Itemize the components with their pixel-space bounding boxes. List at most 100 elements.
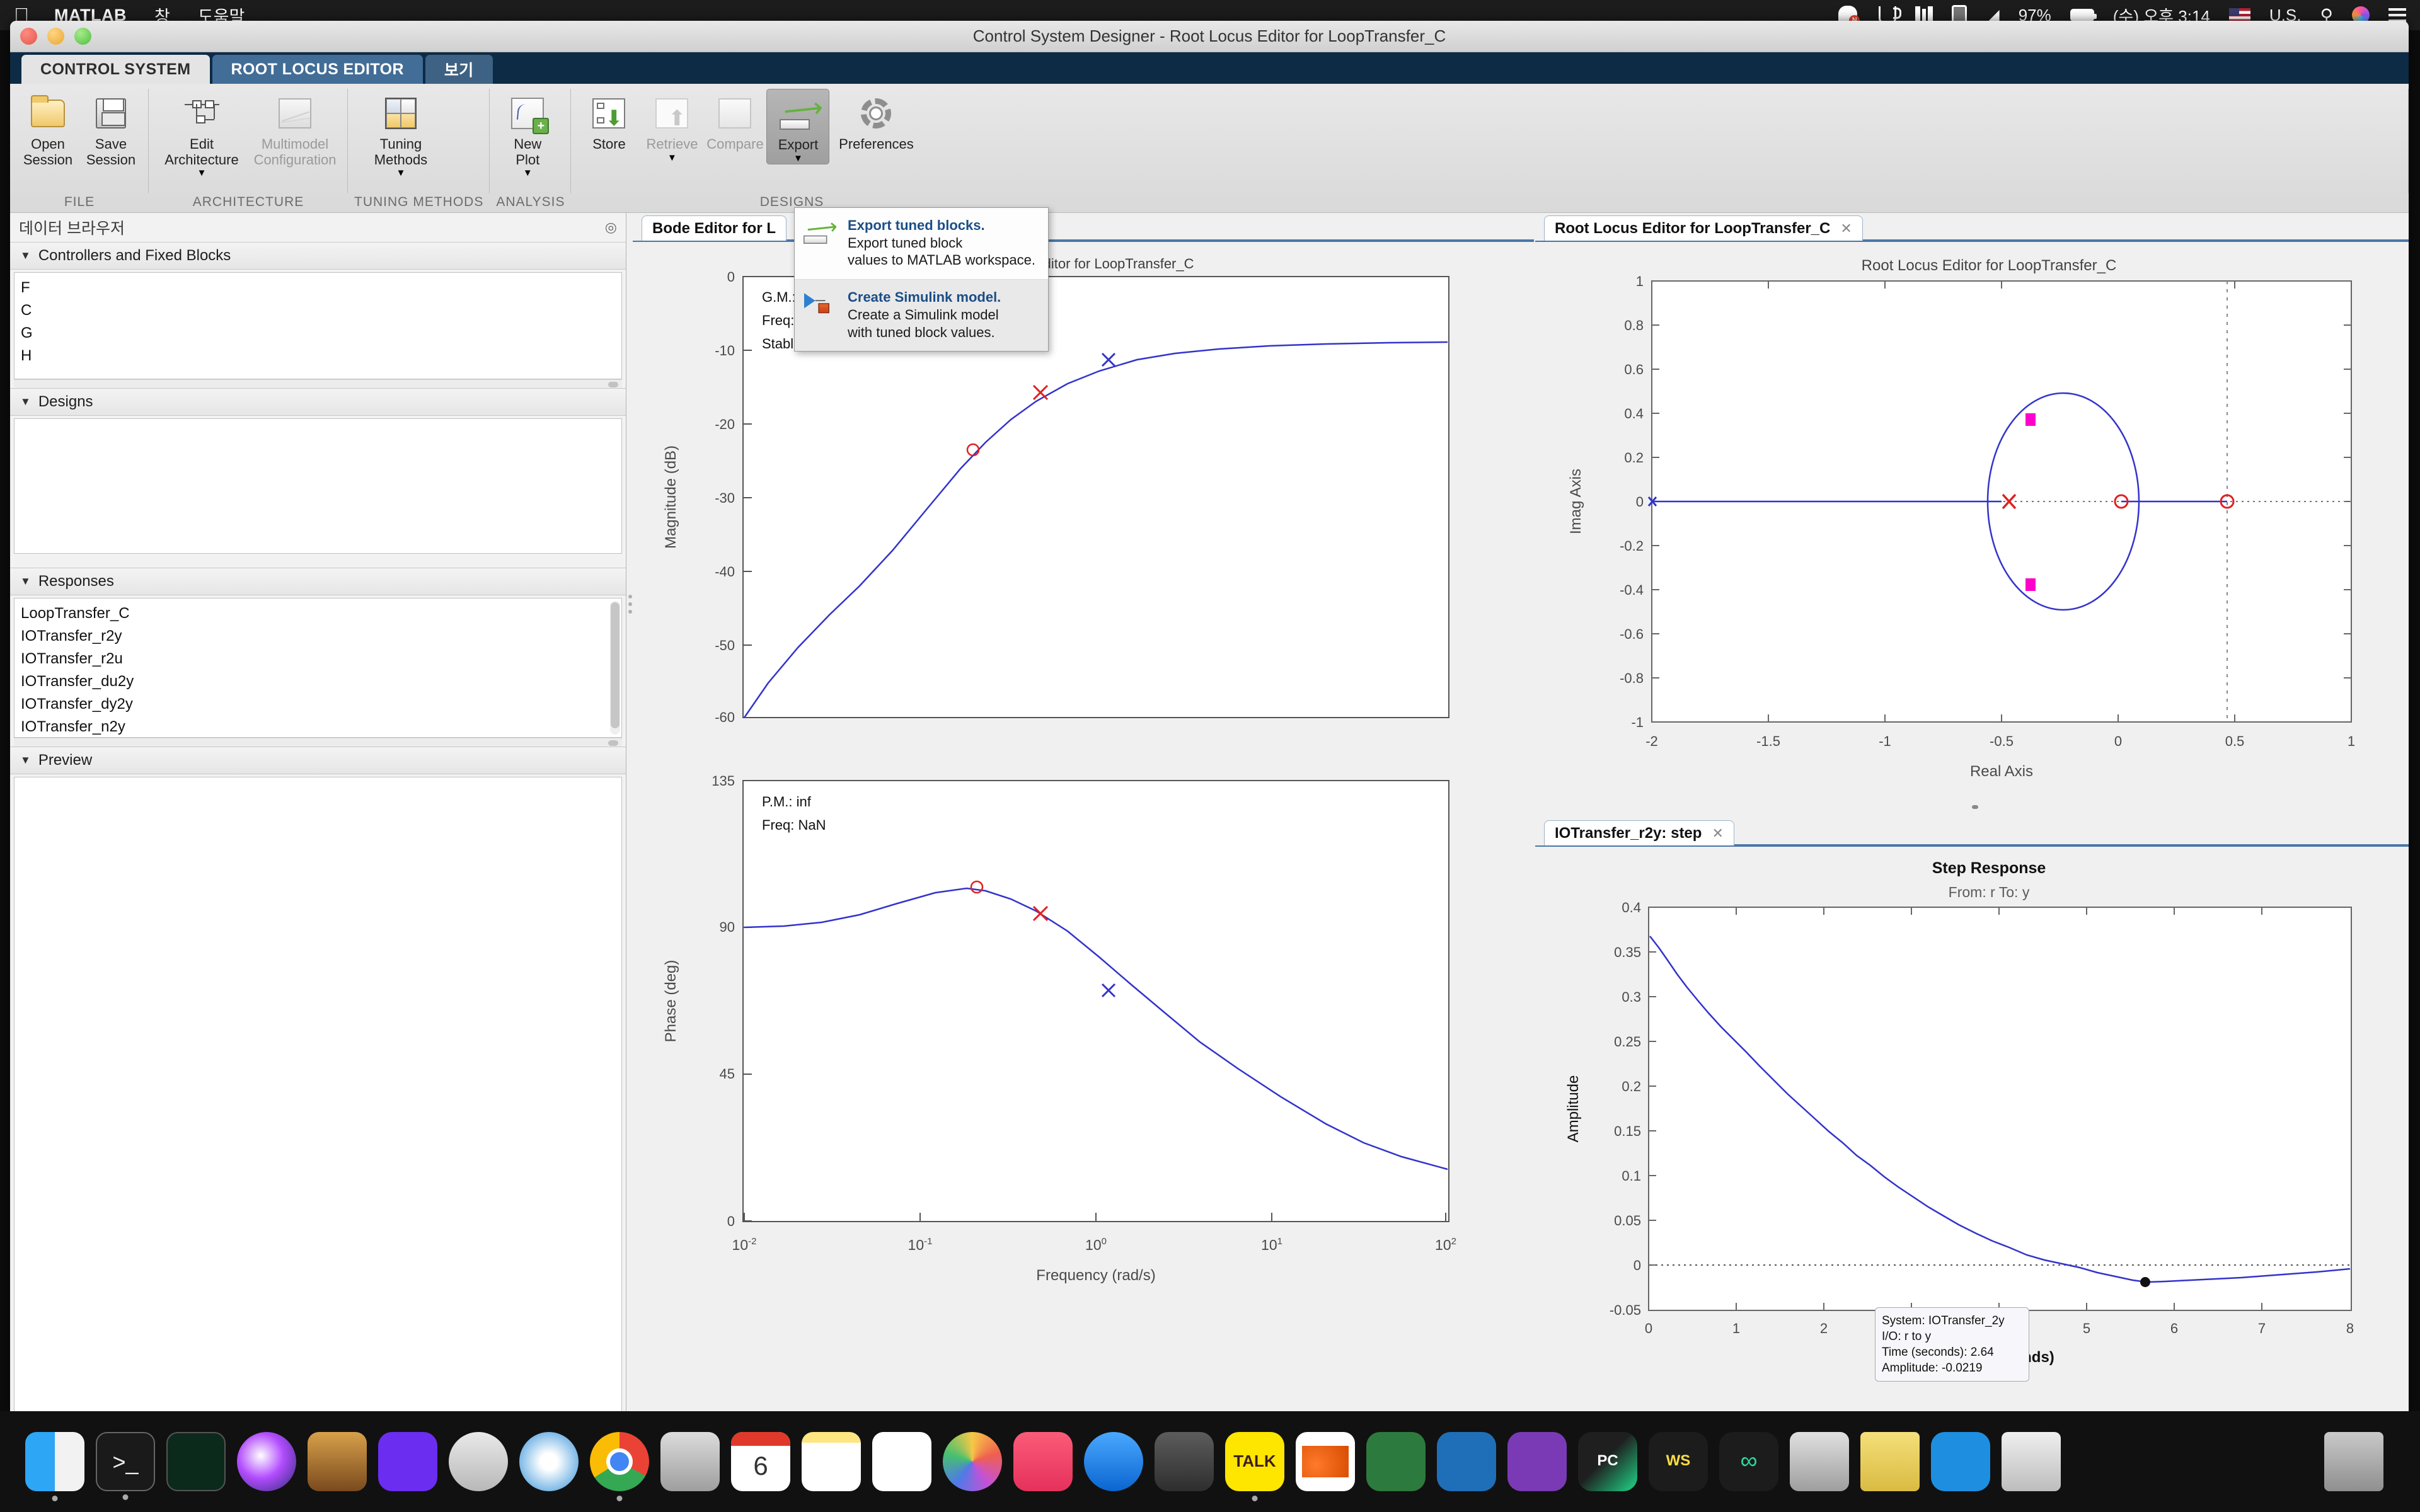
- calendar-icon[interactable]: 6: [731, 1432, 790, 1491]
- panel-splitter[interactable]: [628, 591, 633, 619]
- archive-icon[interactable]: [2002, 1432, 2061, 1491]
- section-body-controllers[interactable]: F C G H: [14, 272, 622, 379]
- kakaotalk-icon[interactable]: TALK: [1225, 1432, 1284, 1501]
- photos-icon[interactable]: [943, 1432, 1002, 1491]
- list-item[interactable]: IOTransfer_dy2y: [21, 693, 621, 716]
- garageband-icon[interactable]: [308, 1432, 367, 1491]
- step-response-ylabel: Amplitude: [1565, 1075, 1582, 1143]
- notes-icon[interactable]: [802, 1432, 861, 1491]
- ribbon-group-label-analysis: ANALYSIS: [496, 195, 565, 209]
- sticky-notes-icon[interactable]: [1860, 1432, 1920, 1491]
- panel-pin-icon[interactable]: ◎: [605, 219, 617, 236]
- menu-item-create-simulink-model[interactable]: Create Simulink model. Create a Simulink…: [795, 279, 1048, 352]
- tuning-methods-button[interactable]: Tuning Methods ▼: [354, 89, 447, 182]
- pane-resize-handle[interactable]: [1972, 805, 1978, 809]
- list-item[interactable]: F: [21, 277, 621, 299]
- multimodel-configuration-button[interactable]: Multimodel Configuration: [248, 89, 342, 171]
- tab-root-locus-editor[interactable]: ROOT LOCUS EDITOR: [212, 55, 423, 84]
- terminal-icon[interactable]: >_: [96, 1432, 155, 1500]
- tab-step-response[interactable]: IOTransfer_r2y: step ✕: [1544, 820, 1734, 845]
- menu-item-export-tuned-blocks[interactable]: ⟶ Export tuned blocks. Export tuned bloc…: [795, 208, 1048, 279]
- tab-view[interactable]: 보기: [425, 55, 493, 84]
- chevron-down-icon[interactable]: ▼: [396, 168, 406, 178]
- export-dropdown-menu[interactable]: ⟶ Export tuned blocks. Export tuned bloc…: [794, 207, 1049, 352]
- list-item[interactable]: IOTransfer_n2y: [21, 716, 621, 737]
- reminders-icon[interactable]: [872, 1432, 931, 1491]
- vscode-icon[interactable]: [1437, 1432, 1496, 1491]
- pycharm-icon[interactable]: PC: [1578, 1432, 1637, 1491]
- activity-monitor-icon[interactable]: [166, 1432, 226, 1491]
- section-header-designs[interactable]: ▼ Designs: [10, 388, 626, 416]
- chevron-down-icon[interactable]: ▼: [667, 152, 677, 163]
- imovie-icon[interactable]: [378, 1432, 437, 1491]
- section-controllers: ▼ Controllers and Fixed Blocks F C G H: [10, 242, 626, 388]
- open-session-button[interactable]: Open Session: [16, 89, 79, 171]
- bode-plot-svg[interactable]: Bode Editor for LoopTransfer_C 0-10 -20-…: [633, 242, 1534, 1407]
- chevron-down-icon[interactable]: ▼: [197, 168, 207, 178]
- siri-icon[interactable]: [237, 1432, 296, 1491]
- store-button[interactable]: ⬇ Store: [577, 89, 640, 156]
- preferences-button[interactable]: Preferences: [829, 89, 923, 156]
- chevron-down-icon[interactable]: ▼: [523, 168, 533, 178]
- bode-phase-ylabel: Phase (deg): [662, 960, 679, 1043]
- vscode-insiders-icon[interactable]: [1366, 1432, 1426, 1491]
- edit-architecture-button[interactable]: Edit Architecture ▼: [155, 89, 248, 182]
- export-button[interactable]: ⟶ Export ▼: [766, 89, 830, 164]
- list-item[interactable]: IOTransfer_du2y: [21, 670, 621, 693]
- control-center-icon[interactable]: [2388, 8, 2406, 22]
- list-item[interactable]: IOTransfer_r2y: [21, 625, 621, 648]
- root-locus-svg[interactable]: Root Locus Editor for LoopTransfer_C 1 0.…: [1535, 242, 2409, 809]
- tab-root-locus[interactable]: Root Locus Editor for LoopTransfer_C ✕: [1544, 215, 1863, 241]
- preferences-icon[interactable]: [1155, 1432, 1214, 1491]
- bode-xlabel: Frequency (rad/s): [1036, 1267, 1155, 1284]
- simulink-icon: [804, 289, 839, 341]
- retrieve-button[interactable]: ⬆ Retrieve ▼: [640, 89, 703, 167]
- ribbon-group-architecture: Edit Architecture ▼ Multimodel Configura…: [149, 84, 348, 212]
- list-item[interactable]: G: [21, 322, 621, 345]
- infinity-icon[interactable]: ∞: [1719, 1432, 1778, 1491]
- music-icon[interactable]: [1013, 1432, 1073, 1491]
- tab-control-system[interactable]: CONTROL SYSTEM: [21, 55, 210, 84]
- appstore-icon[interactable]: [1084, 1432, 1143, 1491]
- section-header-preview[interactable]: ▼ Preview: [10, 747, 626, 774]
- tab-bode-editor[interactable]: Bode Editor for L: [642, 215, 786, 241]
- finder-icon[interactable]: [25, 1432, 84, 1501]
- root-locus-plot-area[interactable]: Root Locus Editor for LoopTransfer_C 1 0.…: [1535, 241, 2409, 811]
- safari-icon[interactable]: [519, 1432, 579, 1491]
- trash-icon[interactable]: [2324, 1432, 2383, 1491]
- section-body-responses[interactable]: LoopTransfer_C IOTransfer_r2y IOTransfer…: [14, 598, 622, 738]
- us-flag-icon[interactable]: [2228, 8, 2250, 22]
- step-dock-tabs: IOTransfer_r2y: step ✕: [1535, 818, 2409, 845]
- compare-button[interactable]: Compare: [703, 89, 766, 156]
- chevron-down-icon[interactable]: ▼: [793, 153, 803, 164]
- bode-plot-area[interactable]: Bode Editor for LoopTransfer_C 0 -10 -20-…: [633, 241, 1534, 1412]
- save-session-button[interactable]: Save Session: [79, 89, 142, 171]
- matlab-icon[interactable]: [1296, 1432, 1355, 1491]
- list-item[interactable]: C: [21, 299, 621, 322]
- section-header-controllers[interactable]: ▼ Controllers and Fixed Blocks: [10, 242, 626, 270]
- photos-app-icon[interactable]: [660, 1432, 720, 1491]
- horizontal-scrollbar[interactable]: [14, 379, 622, 388]
- list-item[interactable]: LoopTransfer_C: [21, 602, 621, 625]
- close-icon[interactable]: ✕: [1712, 825, 1723, 842]
- battery-icon[interactable]: [2070, 9, 2097, 21]
- sublime-icon[interactable]: [1790, 1432, 1849, 1491]
- bluebird-icon[interactable]: [1931, 1432, 1990, 1491]
- rl-xtick-5: 0.5: [2225, 733, 2245, 749]
- launchpad-icon[interactable]: [449, 1432, 508, 1491]
- vs-icon[interactable]: [1507, 1432, 1567, 1491]
- section-header-responses[interactable]: ▼ Responses: [10, 568, 626, 595]
- close-icon[interactable]: ✕: [1840, 220, 1852, 237]
- section-body-preview[interactable]: [14, 777, 622, 1412]
- section-body-designs[interactable]: [14, 418, 622, 554]
- wolfram-icon[interactable]: WS: [1649, 1432, 1708, 1491]
- list-item[interactable]: H: [21, 345, 621, 367]
- menu-item-title: Export tuned blocks.: [848, 217, 985, 233]
- vertical-scrollbar[interactable]: [610, 601, 620, 735]
- chrome-icon[interactable]: [590, 1432, 649, 1501]
- svg-text:0.15: 0.15: [1614, 1123, 1641, 1139]
- step-response-datatip[interactable]: System: IOTransfer_2y I/O: r to y Time (…: [1875, 1307, 2029, 1382]
- horizontal-scrollbar[interactable]: [14, 738, 622, 747]
- new-plot-button[interactable]: + New Plot ▼: [496, 89, 559, 182]
- list-item[interactable]: IOTransfer_r2u: [21, 648, 621, 670]
